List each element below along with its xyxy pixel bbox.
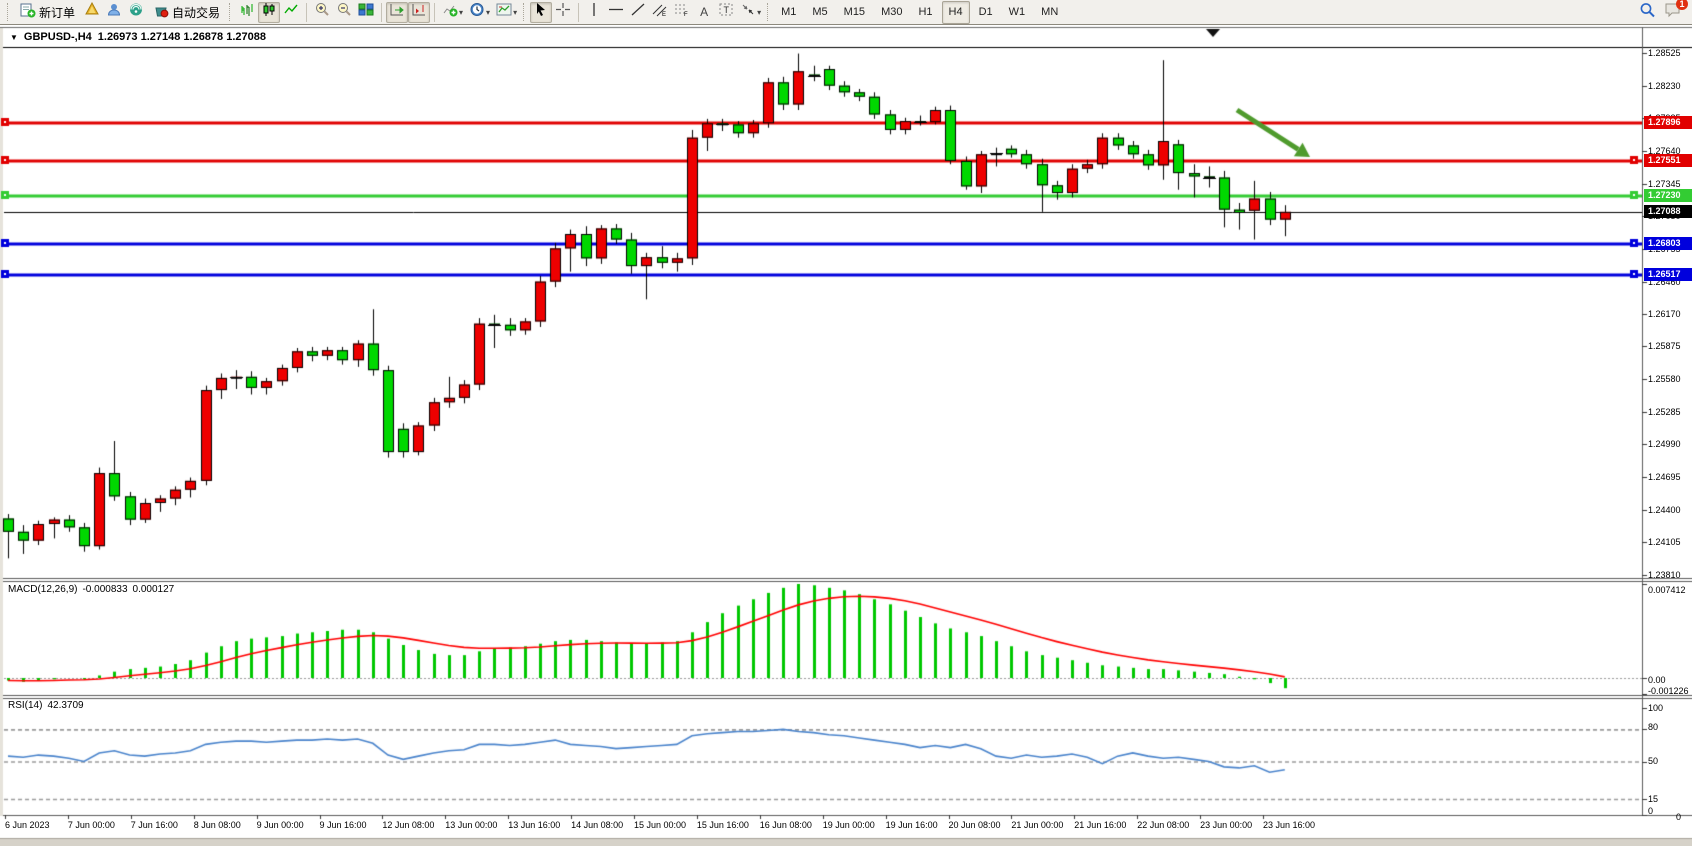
mt4-window: 新订单 自动交易 bbox=[0, 0, 1692, 846]
indicators-button[interactable]: ▾ bbox=[439, 2, 466, 23]
community-button[interactable] bbox=[103, 2, 125, 23]
timeframe-button-M30[interactable]: M30 bbox=[874, 1, 909, 24]
new-order-button[interactable]: 新订单 bbox=[14, 2, 81, 23]
text-button[interactable]: A bbox=[693, 2, 715, 23]
toolbar-grip bbox=[229, 3, 233, 21]
crosshair-button[interactable] bbox=[552, 2, 574, 23]
chevron-down-icon: ▾ bbox=[513, 8, 517, 17]
auto-scroll-icon bbox=[389, 2, 405, 22]
search-icon[interactable] bbox=[1639, 2, 1656, 23]
templates-button[interactable]: ▾ bbox=[493, 2, 520, 23]
zoom-out-button[interactable] bbox=[333, 2, 355, 23]
rsi-value: 42.3709 bbox=[47, 700, 83, 711]
zoom-in-icon bbox=[314, 2, 330, 22]
templates-icon bbox=[496, 2, 512, 22]
macd-indicator-label: MACD(12,26,9) -0.000833 0.000127 bbox=[8, 584, 179, 595]
svg-text:F: F bbox=[684, 12, 688, 17]
tile-windows-icon bbox=[358, 2, 374, 22]
timeframe-button-M1[interactable]: M1 bbox=[774, 1, 803, 24]
new-order-label: 新订单 bbox=[39, 4, 75, 21]
chevron-down-icon: ▾ bbox=[459, 8, 463, 17]
horizontal-line-icon bbox=[608, 2, 624, 22]
svg-text:T: T bbox=[724, 5, 730, 15]
line-chart-icon bbox=[283, 2, 299, 22]
toolbar-grip bbox=[523, 3, 527, 21]
rsi-indicator-label: RSI(14) 42.3709 bbox=[8, 700, 89, 711]
fibonacci-button[interactable]: F bbox=[671, 2, 693, 23]
macd-name: MACD(12,26,9) bbox=[8, 584, 77, 595]
auto-scroll-button[interactable] bbox=[386, 2, 408, 23]
trendline-icon bbox=[630, 2, 646, 22]
toolbar-grip bbox=[767, 3, 771, 21]
chevron-down-icon: ▾ bbox=[757, 8, 761, 17]
auto-trading-icon bbox=[153, 3, 169, 21]
timeframe-button-M5[interactable]: M5 bbox=[805, 1, 834, 24]
tile-windows-button[interactable] bbox=[355, 2, 377, 23]
candlestick-chart-icon bbox=[261, 2, 277, 22]
text-icon: A bbox=[700, 5, 708, 19]
trendline-button[interactable] bbox=[627, 2, 649, 23]
toolbar-grip bbox=[7, 3, 11, 21]
macd-value: -0.000833 bbox=[82, 584, 127, 595]
toolbar-separator bbox=[306, 3, 307, 22]
indicators-icon bbox=[442, 2, 458, 22]
metaeditor-button[interactable] bbox=[81, 2, 103, 23]
timeframe-button-H4[interactable]: H4 bbox=[942, 1, 970, 24]
toolbar-separator bbox=[381, 3, 382, 22]
zoom-in-button[interactable] bbox=[311, 2, 333, 23]
signals-button[interactable] bbox=[125, 2, 147, 23]
timeframe-button-W1[interactable]: W1 bbox=[1002, 1, 1033, 24]
toolbar-separator bbox=[434, 3, 435, 22]
chart-shift-button[interactable] bbox=[408, 2, 430, 23]
macd-signal-value: 0.000127 bbox=[133, 584, 175, 595]
svg-text:E: E bbox=[662, 12, 666, 17]
vertical-line-icon bbox=[587, 2, 601, 22]
arrows-shapes-button[interactable]: ▾ bbox=[737, 2, 764, 23]
auto-trading-button[interactable]: 自动交易 bbox=[147, 2, 226, 23]
toolbar: 新订单 自动交易 bbox=[0, 0, 1692, 25]
auto-trading-label: 自动交易 bbox=[172, 4, 220, 21]
toolbar-right: 1 bbox=[1639, 2, 1692, 23]
timeframe-button-H1[interactable]: H1 bbox=[911, 1, 939, 24]
chart-ohlc-values: 1.26973 1.27148 1.26878 1.27088 bbox=[98, 31, 266, 43]
chevron-down-icon: ▾ bbox=[486, 8, 490, 17]
vertical-line-button[interactable] bbox=[583, 2, 605, 23]
signals-icon bbox=[128, 2, 144, 22]
candlestick-chart-button[interactable] bbox=[258, 2, 280, 23]
notifications-button[interactable]: 1 bbox=[1664, 2, 1682, 23]
horizontal-line-button[interactable] bbox=[605, 2, 627, 23]
metaeditor-icon bbox=[84, 2, 100, 22]
line-chart-button[interactable] bbox=[280, 2, 302, 23]
equidistant-channel-button[interactable]: E bbox=[649, 2, 671, 23]
chart-shift-icon bbox=[411, 2, 427, 22]
cursor-icon bbox=[533, 2, 549, 22]
timeframe-group: M1M5M15M30H1H4D1W1MN bbox=[774, 1, 1065, 24]
arrows-shapes-icon bbox=[740, 2, 756, 22]
new-order-icon bbox=[20, 3, 36, 21]
text-label-icon: T bbox=[718, 2, 734, 22]
chart-canvas[interactable] bbox=[0, 0, 1692, 846]
bar-chart-icon bbox=[239, 2, 255, 22]
bar-chart-button[interactable] bbox=[236, 2, 258, 23]
zoom-out-icon bbox=[336, 2, 352, 22]
cursor-button[interactable] bbox=[530, 2, 552, 23]
timeframe-button-MN[interactable]: MN bbox=[1034, 1, 1065, 24]
crosshair-icon bbox=[555, 2, 571, 22]
chart-symbol-period: GBPUSD-,H4 bbox=[24, 31, 92, 43]
community-icon bbox=[106, 2, 122, 22]
chart-title: ▼ GBPUSD-,H4 1.26973 1.27148 1.26878 1.2… bbox=[10, 31, 266, 43]
toolbar-separator bbox=[578, 3, 579, 22]
text-label-button[interactable]: T bbox=[715, 2, 737, 23]
timeframe-button-M15[interactable]: M15 bbox=[837, 1, 872, 24]
clock-icon bbox=[469, 2, 485, 22]
notification-badge: 1 bbox=[1676, 0, 1688, 10]
fibonacci-icon: F bbox=[674, 2, 690, 22]
rsi-name: RSI(14) bbox=[8, 700, 42, 711]
equidistant-channel-icon: E bbox=[652, 2, 668, 22]
chart-title-collapse-icon[interactable]: ▼ bbox=[10, 33, 18, 42]
timeframe-button-D1[interactable]: D1 bbox=[972, 1, 1000, 24]
periods-button[interactable]: ▾ bbox=[466, 2, 493, 23]
